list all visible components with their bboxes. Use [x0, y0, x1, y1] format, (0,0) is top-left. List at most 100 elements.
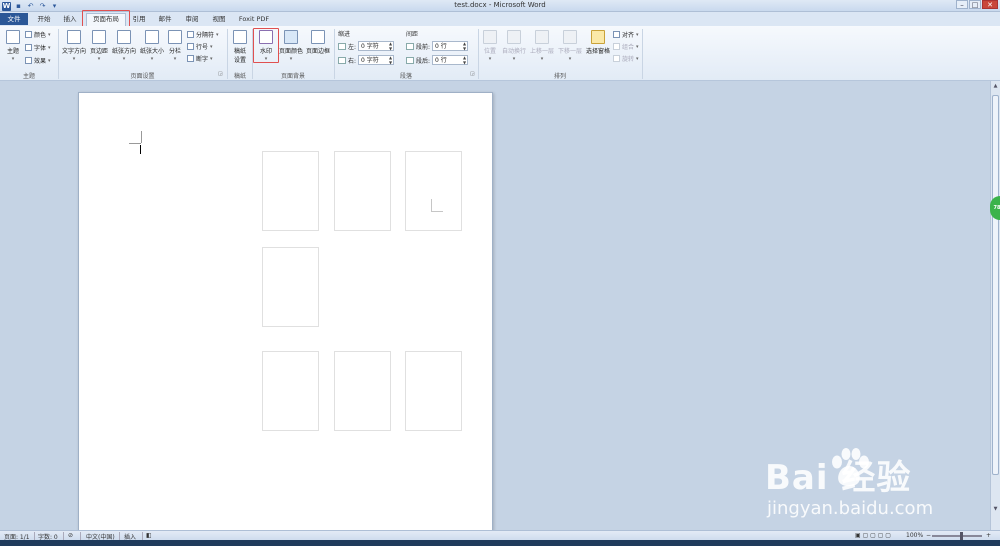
scroll-thumb[interactable]	[992, 95, 999, 475]
zoom-out-icon[interactable]: −	[926, 532, 931, 539]
os-taskbar	[0, 540, 1000, 546]
tab-insert[interactable]: 插入	[59, 14, 81, 25]
columns-icon	[168, 30, 182, 44]
page-setup-launcher[interactable]: ◲	[218, 71, 223, 77]
breaks-icon	[187, 31, 194, 38]
group-label-theme: 主题	[22, 73, 35, 80]
bring-forward-button[interactable]: 上移一层 ▾	[528, 30, 556, 62]
send-backward-button[interactable]: 下移一层 ▾	[556, 30, 584, 62]
spacing-before-input[interactable]: 0 行 ▲ ▼	[432, 41, 469, 51]
indent-right-icon	[338, 56, 346, 64]
status-zoom[interactable]: 100%	[906, 532, 923, 539]
proofing-icon[interactable]: ⊘	[68, 532, 73, 539]
window-controls: – □ ✕	[956, 0, 998, 9]
rotate-button[interactable]: 旋转 ▾	[613, 54, 639, 63]
theme-effects-button[interactable]: 效果 ▾	[25, 56, 51, 65]
margins-button[interactable]: 页边距 ▾	[88, 30, 110, 62]
page-borders-button[interactable]: 页面边框	[305, 30, 331, 55]
tab-view[interactable]: 视图	[208, 14, 230, 25]
page-borders-icon	[311, 30, 325, 44]
close-icon[interactable]: ✕	[982, 0, 998, 9]
breaks-button[interactable]: 分隔符 ▾	[187, 30, 219, 39]
green-side-badge-icon[interactable]: 78	[990, 196, 1000, 220]
tab-references[interactable]: 引用	[128, 14, 150, 25]
maximize-icon[interactable]: □	[969, 0, 981, 9]
watermark-highlight-box	[253, 28, 279, 63]
crop-mark-v	[141, 131, 142, 143]
zoom-in-icon[interactable]: +	[986, 532, 991, 539]
indent-right-row: 右: 0 字符 ▲ ▼	[338, 55, 395, 65]
group-label-page-setup: 页面设置	[130, 73, 155, 80]
title-bar: W ▪ ↶ ↷ ▾ test.docx - Microsoft Word – □…	[0, 0, 1000, 12]
spacing-heading: 间距	[406, 31, 419, 38]
paper-size-button[interactable]: 纸张大小 ▾	[138, 30, 166, 62]
group-label-draft: 稿纸	[233, 73, 246, 80]
ribbon-tabs: 文件 开始 插入 页面布局 引用 邮件 审阅 视图 Foxit PDF ▵ ?	[0, 12, 1000, 33]
send-backward-icon	[563, 30, 577, 44]
align-button[interactable]: 对齐 ▾	[613, 30, 639, 39]
tab-home[interactable]: 开始	[33, 14, 55, 25]
window-title: test.docx - Microsoft Word	[454, 1, 546, 9]
macro-record-icon[interactable]: ◧	[146, 532, 152, 539]
ribbon: 主题 ▾ 颜色 ▾ 字体 ▾ 效果 ▾ 主题 文字方向 ▾ 页边距 ▾ 纸张方向 ▾ …	[0, 26, 1000, 81]
zoom-slider-knob[interactable]	[960, 532, 963, 540]
group-objects-button[interactable]: 组合 ▾	[613, 42, 639, 51]
bring-forward-icon	[535, 30, 549, 44]
paper-size-icon	[145, 30, 159, 44]
margins-icon	[92, 30, 106, 44]
fonts-icon	[25, 44, 32, 51]
indent-left-row: 左: 0 字符 ▲ ▼	[338, 41, 395, 51]
spacing-after-input[interactable]: 0 行 ▲ ▼	[432, 55, 469, 65]
selection-pane-button[interactable]: 选择窗格	[584, 30, 612, 55]
indent-left-input[interactable]: 0 字符 ▲ ▼	[358, 41, 395, 51]
wrap-text-icon	[507, 30, 521, 44]
effects-icon	[25, 57, 32, 64]
scroll-up-icon[interactable]: ▲	[992, 83, 999, 90]
align-icon	[613, 31, 620, 38]
watermark-thumb	[334, 151, 391, 231]
text-direction-button[interactable]: 文字方向 ▾	[60, 30, 88, 62]
group-label-page-background: 页面背景	[280, 73, 305, 80]
tab-mailings[interactable]: 邮件	[154, 14, 176, 25]
line-numbers-button[interactable]: 行号 ▾	[187, 42, 213, 51]
draft-paper-icon	[233, 30, 247, 44]
theme-button[interactable]: 主题 ▾	[3, 30, 23, 62]
spacing-after-row: 段后: 0 行 ▲ ▼	[406, 55, 469, 65]
theme-icon	[6, 30, 20, 44]
group-label-arrange: 排列	[553, 73, 566, 80]
hyphenation-button[interactable]: 断字 ▾	[187, 54, 213, 63]
minimize-icon[interactable]: –	[956, 0, 968, 9]
watermark-thumb	[262, 247, 319, 327]
watermark-gallery-faded	[250, 151, 482, 511]
orientation-icon	[117, 30, 131, 44]
baidu-url-text: jingyan.baidu.com	[767, 498, 934, 519]
tab-foxit-pdf[interactable]: Foxit PDF	[236, 14, 272, 25]
indent-heading: 缩进	[338, 31, 351, 38]
baidu-brand-text: Bai 经验	[765, 458, 912, 498]
selection-pane-icon	[591, 30, 605, 44]
draft-settings-button[interactable]: 稿纸 设置	[229, 30, 251, 64]
indent-right-input[interactable]: 0 字符 ▲ ▼	[358, 55, 395, 65]
theme-fonts-button[interactable]: 字体 ▾	[25, 43, 51, 52]
text-direction-icon	[67, 30, 81, 44]
spacing-before-row: 段前: 0 行 ▲ ▼	[406, 41, 469, 51]
watermark-thumb	[334, 351, 391, 431]
indent-left-icon	[338, 42, 346, 50]
tab-review[interactable]: 审阅	[181, 14, 203, 25]
hyphenation-icon	[187, 55, 194, 62]
line-numbers-icon	[187, 43, 194, 50]
wrap-text-button[interactable]: 自动换行 ▾	[500, 30, 528, 62]
position-button[interactable]: 位置 ▾	[480, 30, 500, 62]
status-bar: 页面: 1/1 字数: 0 ⊘ 中文(中国) 插入 ◧ ▣ ▢ ▢ ▢ ▢ 10…	[0, 530, 1000, 541]
orientation-button[interactable]: 纸张方向 ▾	[110, 30, 138, 62]
spacing-after-icon	[406, 56, 414, 64]
watermark-thumb	[262, 151, 319, 231]
columns-button[interactable]: 分栏 ▾	[166, 30, 184, 62]
zoom-slider[interactable]	[932, 535, 982, 537]
view-buttons[interactable]: ▣ ▢ ▢ ▢ ▢	[855, 532, 891, 539]
paragraph-launcher[interactable]: ◲	[470, 71, 475, 77]
theme-colors-button[interactable]: 颜色 ▾	[25, 30, 51, 39]
page-color-button[interactable]: 页面颜色 ▾	[278, 30, 304, 62]
tab-file[interactable]: 文件	[0, 13, 28, 25]
watermark-thumb	[405, 151, 462, 231]
